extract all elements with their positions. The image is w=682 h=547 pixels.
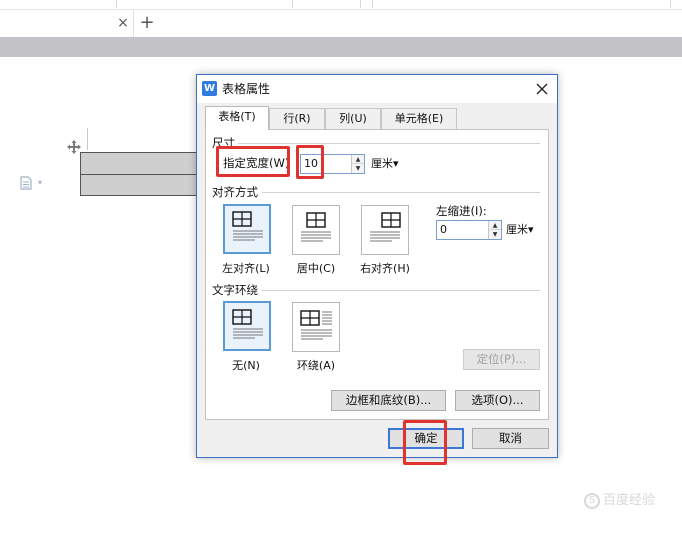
wrap-around-label: 环绕(A) [296,359,336,372]
new-tab-button[interactable]: + [139,13,155,33]
section-divider [262,290,540,291]
watermark: S 百度经验 [584,492,655,510]
toolbar-strip [0,37,682,57]
document-table[interactable] [80,152,201,196]
align-center-option[interactable] [292,205,340,255]
cancel-button[interactable]: 取消 [472,428,549,449]
left-indent-label: 左缩进(I): [436,204,487,218]
wps-writer-icon: W [202,81,217,96]
width-value-highlight [296,145,324,179]
top-ruler [0,0,682,10]
tab-cell[interactable]: 单元格(E) [381,108,457,129]
spinner-arrows: ▲ ▼ [351,155,364,173]
alignment-section-label: 对齐方式 [212,185,258,199]
left-indent-input[interactable]: 0 [440,223,447,237]
wrap-none-option[interactable] [223,301,271,351]
document-icon[interactable] [20,176,34,190]
wrap-around-option[interactable] [292,302,340,352]
wrap-none-label: 无(N) [232,359,260,372]
left-indent-spinner[interactable]: 0 ▲ ▼ [436,220,502,240]
tab-row[interactable]: 行(R) [269,108,325,129]
width-unit-select[interactable]: 厘米▾ [371,157,399,171]
ruler-tick [670,0,671,8]
document-tab-bar: × + [0,10,682,37]
borders-shading-button[interactable]: 边框和底纹(B)... [331,390,446,411]
width-label-highlight [216,146,290,177]
ruler-tick [292,0,293,8]
wrapping-section-label: 文字环绕 [212,283,258,297]
left-indent-unit-select[interactable]: 厘米▾ [506,223,534,237]
close-icon[interactable] [531,78,553,100]
ok-button-highlight [403,420,447,465]
align-right-label: 右对齐(H) [360,262,410,275]
cursor-guide-line [87,128,88,150]
spinner-down-icon[interactable]: ▼ [352,164,364,173]
spinner-arrows: ▲ ▼ [488,221,501,239]
align-left-option[interactable] [223,204,271,254]
table-properties-dialog: W 表格属性 表格(T) 行(R) 列(U) 单元格(E) 尺寸 指定宽度(W)… [196,74,558,458]
table-row-divider [81,174,201,175]
tab-table[interactable]: 表格(T) [205,106,269,130]
align-right-option[interactable] [361,205,409,255]
watermark-logo-icon: S [584,493,600,509]
section-divider [262,192,540,193]
spinner-up-icon[interactable]: ▲ [489,221,501,230]
close-icon[interactable]: × [116,15,130,31]
screen: × + ▾ S 百度经验 W 表格属性 表格(T) 行(R) 列(U) 单元格(… [0,0,682,547]
ruler-tick [116,0,117,8]
spinner-down-icon[interactable]: ▼ [489,230,501,239]
ruler-tick [360,0,361,8]
chevron-down-icon[interactable]: ▾ [38,178,42,188]
dialog-titlebar[interactable]: W 表格属性 [197,75,557,103]
section-divider [238,143,540,144]
align-center-label: 居中(C) [296,262,336,275]
align-left-label: 左对齐(L) [222,262,270,275]
dialog-title: 表格属性 [222,82,271,96]
tab-column[interactable]: 列(U) [325,108,381,129]
position-button[interactable]: 定位(P)... [463,349,540,370]
options-button[interactable]: 选项(O)... [455,390,540,411]
document-tab[interactable]: × [0,10,134,37]
ruler-tick [372,0,373,8]
spinner-up-icon[interactable]: ▲ [352,155,364,164]
